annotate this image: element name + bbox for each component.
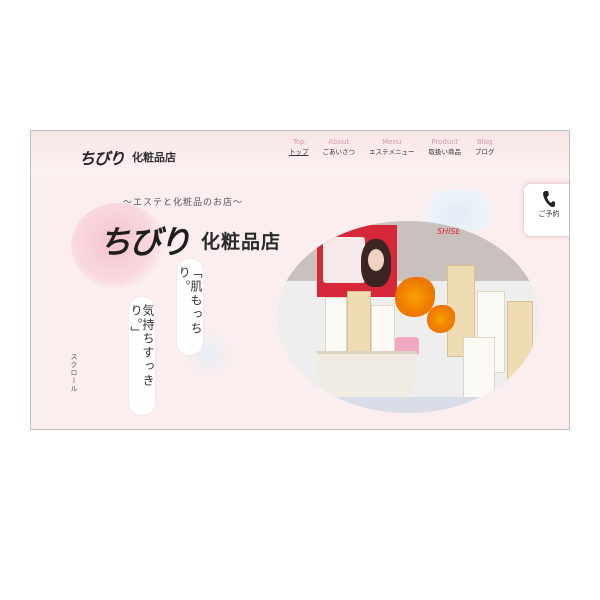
scroll-indicator[interactable]: スクロール (69, 353, 79, 393)
catchcopy-line-2: 気持ちすっきり。」 (129, 304, 155, 388)
header-logo-script: ちびり (79, 149, 125, 168)
hero-logo-script: ちびり (99, 223, 191, 261)
photo-poster-inner (323, 237, 365, 283)
nav-item-jp-label: ブログ (475, 148, 495, 156)
catchcopy-pill-1: 「肌もっちり。 (177, 259, 203, 355)
photo-product-box (463, 337, 495, 403)
hero-tagline: 〜エステと化粧品のお店〜 (123, 198, 244, 208)
website-frame: ちびり 化粧品店 Top トップ About ごあいさつ Menu エステメニュ… (30, 130, 570, 430)
nav-item-blog[interactable]: Blog ブログ (475, 137, 495, 157)
nav-item-about[interactable]: About ごあいさつ (323, 137, 356, 157)
nav-item-en-label: Menu (382, 138, 402, 146)
catchcopy-pill-2: 気持ちすっきり。」 (129, 297, 155, 415)
nav-item-jp-label: 取扱い商品 (428, 148, 462, 156)
main-nav: Top トップ About ごあいさつ Menu エステメニュー Product… (289, 137, 509, 157)
photo-floor (277, 397, 539, 413)
site-header: ちびり 化粧品店 Top トップ About ごあいさつ Menu エステメニュ… (31, 131, 569, 177)
nav-item-en-label: Top (292, 138, 305, 146)
header-logo-text: 化粧品店 (132, 151, 177, 164)
nav-item-en-label: Blog (477, 138, 493, 146)
hero-logo-text: 化粧品店 (201, 230, 282, 253)
hero-logo: ちびり 化粧品店 (99, 217, 281, 263)
nav-item-jp-label: トップ (289, 148, 309, 156)
photo-brand-sign: SHISE (437, 227, 461, 236)
photo-product-box (507, 301, 533, 383)
phone-icon (543, 191, 555, 207)
nav-item-jp-label: エステメニュー (369, 148, 415, 156)
nav-item-en-label: Product (431, 138, 459, 146)
photo-orange-flower-small (427, 305, 455, 333)
nav-item-top[interactable]: Top トップ (289, 137, 309, 157)
nav-item-en-label: About (328, 138, 350, 146)
reserve-label: ご予約 (538, 210, 560, 218)
catchcopy-line-1: 「肌もっちり。 (177, 266, 203, 336)
header-logo[interactable]: ちびり 化粧品店 (79, 145, 176, 169)
photo-model-portrait (361, 239, 391, 287)
nav-item-menu[interactable]: Menu エステメニュー (369, 137, 415, 157)
hero-product-photo: SHISE (277, 221, 539, 413)
nav-item-jp-label: ごあいさつ (322, 148, 356, 156)
nav-item-product[interactable]: Product 取扱い商品 (429, 137, 462, 157)
